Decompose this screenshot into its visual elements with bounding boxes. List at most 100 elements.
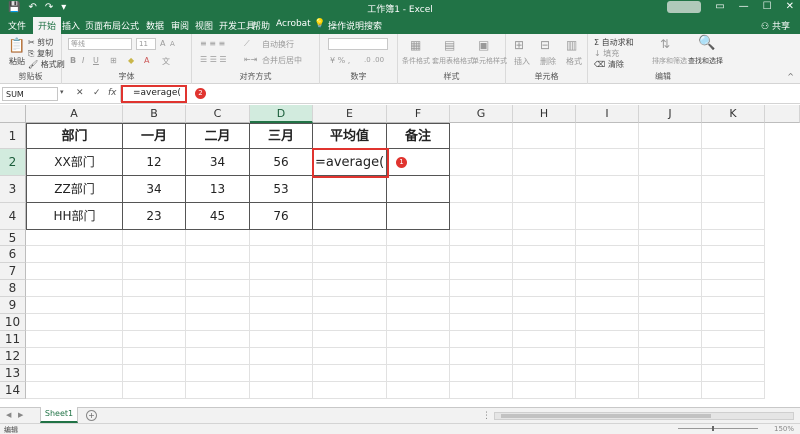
close-icon[interactable]: ✕: [786, 1, 794, 13]
grid-cell[interactable]: [450, 123, 513, 149]
table-cell[interactable]: [313, 176, 387, 203]
grid-cell[interactable]: [387, 314, 450, 331]
grid-cell[interactable]: [639, 176, 702, 203]
grid-cell[interactable]: [313, 280, 387, 297]
grid-cell[interactable]: [123, 263, 186, 280]
column-header-k[interactable]: K: [702, 105, 765, 123]
grid-cell[interactable]: [513, 230, 576, 246]
copy-button[interactable]: ⎘ 复制: [28, 48, 53, 59]
grid-cell[interactable]: [576, 230, 639, 246]
row-header-8[interactable]: 8: [0, 280, 26, 297]
prev-sheet-icon[interactable]: ◀: [6, 411, 11, 419]
clear-button[interactable]: ⌫ 清除: [594, 59, 624, 70]
insert-cells-icon[interactable]: ⊞: [514, 38, 524, 52]
minimize-icon[interactable]: —: [739, 1, 749, 13]
grid-cell[interactable]: [250, 297, 313, 314]
maximize-icon[interactable]: ☐: [763, 1, 772, 13]
grid-cell[interactable]: [250, 365, 313, 382]
column-header-h[interactable]: H: [513, 105, 576, 123]
table-cell[interactable]: 56: [250, 149, 313, 176]
table-cell[interactable]: [387, 203, 450, 230]
grid-cell[interactable]: [26, 331, 123, 348]
grid-cell[interactable]: [450, 246, 513, 263]
grid-cell[interactable]: [250, 230, 313, 246]
grid-cell[interactable]: [576, 348, 639, 365]
grid-cell[interactable]: [26, 297, 123, 314]
grid-cell[interactable]: [639, 263, 702, 280]
grid-cell[interactable]: [26, 263, 123, 280]
table-cell[interactable]: 53: [250, 176, 313, 203]
grid-cell[interactable]: [513, 263, 576, 280]
sort-filter-icon[interactable]: ⇅: [660, 37, 670, 51]
table-cell[interactable]: HH部门: [26, 203, 123, 230]
grid-cell[interactable]: [639, 149, 702, 176]
add-sheet-button[interactable]: +: [86, 410, 97, 421]
row-header-2[interactable]: 2: [0, 149, 26, 176]
name-box-dropdown-icon[interactable]: ▾: [60, 88, 64, 96]
grid-cell[interactable]: [513, 203, 576, 230]
grid-cell[interactable]: [186, 263, 250, 280]
grow-font-button[interactable]: A: [160, 39, 165, 48]
grid-cell[interactable]: [123, 280, 186, 297]
grid-cell[interactable]: [313, 331, 387, 348]
tab-data[interactable]: 数据: [146, 19, 164, 32]
grid-cell[interactable]: [313, 263, 387, 280]
grid-cell[interactable]: [639, 230, 702, 246]
grid-cell[interactable]: [387, 246, 450, 263]
cell-styles-button[interactable]: 单元格样式: [472, 56, 507, 66]
column-header-g[interactable]: G: [450, 105, 513, 123]
grid-cell[interactable]: [250, 348, 313, 365]
grid-cell[interactable]: [250, 382, 313, 399]
number-format-select[interactable]: [328, 38, 388, 50]
delete-cells-button[interactable]: 删除: [540, 56, 556, 67]
grid-cell[interactable]: [702, 382, 765, 399]
grid-cell[interactable]: [313, 382, 387, 399]
table-header-cell[interactable]: 部门: [26, 123, 123, 149]
tab-formulas[interactable]: 公式: [121, 19, 139, 32]
grid-cell[interactable]: [250, 331, 313, 348]
currency-icon[interactable]: ¥ % ,: [330, 56, 350, 65]
grid-cell[interactable]: [26, 246, 123, 263]
grid-cell[interactable]: [702, 149, 765, 176]
grid-cell[interactable]: [576, 149, 639, 176]
grid-cell[interactable]: [513, 149, 576, 176]
grid-cell[interactable]: [576, 331, 639, 348]
name-box[interactable]: SUM: [2, 87, 58, 101]
format-painter-button[interactable]: 🖌 格式刷: [28, 59, 65, 70]
tab-help[interactable]: 帮助: [252, 19, 270, 32]
grid-cell[interactable]: [702, 263, 765, 280]
grid-cell[interactable]: [387, 348, 450, 365]
grid-cell[interactable]: [639, 314, 702, 331]
grid-cell[interactable]: [450, 365, 513, 382]
indent-icon[interactable]: ⇤⇥: [244, 55, 257, 64]
tab-view[interactable]: 视图: [195, 19, 213, 32]
column-header-e[interactable]: E: [313, 105, 387, 123]
row-header-10[interactable]: 10: [0, 314, 26, 331]
next-sheet-icon[interactable]: ▶: [18, 411, 23, 419]
conditional-format-icon[interactable]: ▦: [410, 38, 421, 52]
grid-cell[interactable]: [513, 365, 576, 382]
orientation-icon[interactable]: ⟋: [244, 39, 250, 49]
grid-cell[interactable]: [639, 297, 702, 314]
sort-filter-button[interactable]: 排序和筛选: [652, 56, 687, 66]
grid-cell[interactable]: [313, 348, 387, 365]
grid-cell[interactable]: [702, 297, 765, 314]
decimal-icon[interactable]: .0 .00: [364, 56, 384, 64]
underline-button[interactable]: U: [93, 56, 99, 65]
table-header-cell[interactable]: 一月: [123, 123, 186, 149]
merge-center-button[interactable]: 合并后居中: [262, 55, 302, 66]
grid-cell[interactable]: [186, 314, 250, 331]
account-avatar[interactable]: [667, 1, 702, 13]
grid-cell[interactable]: [639, 280, 702, 297]
font-name-select[interactable]: 等线: [68, 38, 132, 50]
wrap-text-button[interactable]: 自动换行: [262, 39, 294, 50]
row-header-6[interactable]: 6: [0, 246, 26, 263]
tab-developer[interactable]: 开发工具: [219, 19, 255, 32]
insert-cells-button[interactable]: 插入: [514, 56, 530, 67]
grid-cell[interactable]: [450, 203, 513, 230]
cell-styles-icon[interactable]: ▣: [478, 38, 489, 52]
row-header-3[interactable]: 3: [0, 176, 26, 203]
zoom-level[interactable]: 150%: [774, 425, 794, 433]
grid-cell[interactable]: [250, 314, 313, 331]
column-header-c[interactable]: C: [186, 105, 250, 123]
